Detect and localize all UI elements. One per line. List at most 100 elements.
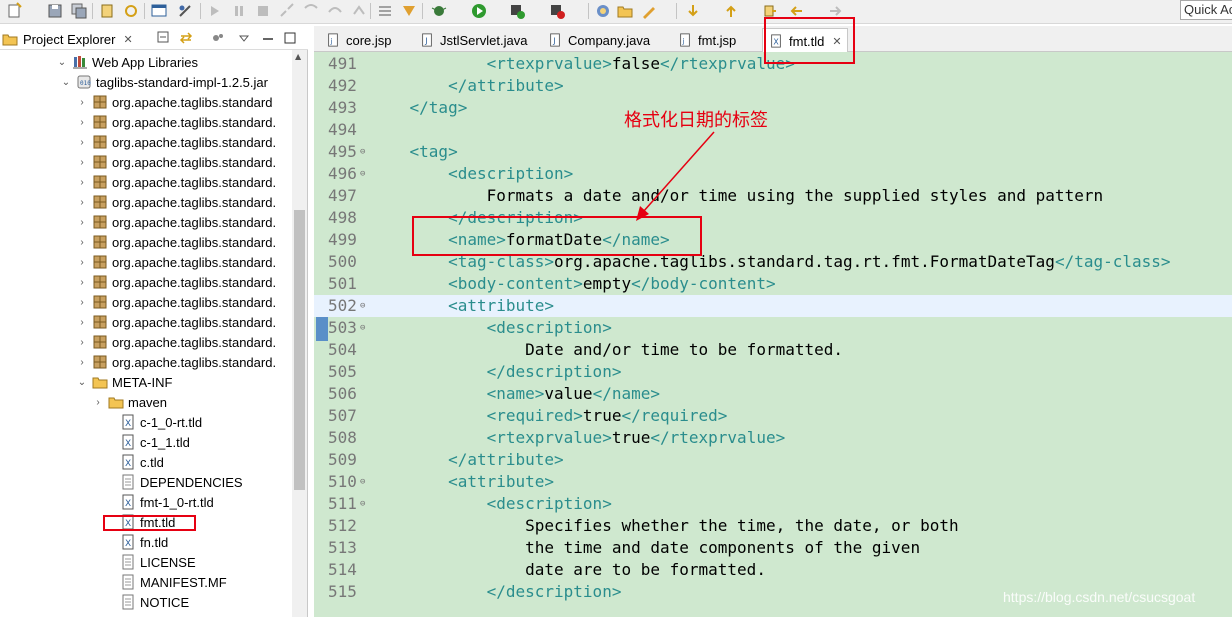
tree-item[interactable]: › org.apache.taglibs.standard. [0,332,292,352]
code-line[interactable]: 503 ⊖ <description> [314,317,1232,339]
code-line[interactable]: 492 </attribute> [314,75,1232,97]
code-line[interactable]: 496 ⊖ <description> [314,163,1232,185]
chevron-right-icon[interactable]: › [76,196,88,208]
tree-item[interactable]: › org.apache.taglibs.standard. [0,132,292,152]
build-icon[interactable] [98,2,116,20]
tree-item[interactable]: ⌄ Web App Libraries [0,52,292,72]
close-icon[interactable]: ✕ [123,33,132,46]
tree-item[interactable]: › org.apache.taglibs.standard. [0,352,292,372]
skip-breakpoints-icon[interactable] [176,2,194,20]
code-line[interactable]: 514 date are to be formatted. [314,559,1232,581]
chevron-right-icon[interactable]: › [76,116,88,128]
tree-item[interactable]: › org.apache.taglibs.standard. [0,172,292,192]
chevron-down-icon[interactable]: ⌄ [56,56,68,68]
tree-item[interactable]: Xc-1_0-rt.tld [0,412,292,432]
tab-jstlservlet-java[interactable]: J JstlServlet.java [414,28,527,52]
fold-icon[interactable]: ⊖ [360,163,365,185]
minimize-icon[interactable] [260,30,276,46]
link-with-editor-icon[interactable] [178,30,194,46]
maximize-icon[interactable] [282,30,298,46]
chevron-right-icon[interactable]: › [76,136,88,148]
chevron-right-icon[interactable]: › [76,156,88,168]
tree-item[interactable]: › org.apache.taglibs.standard. [0,292,292,312]
chevron-right-icon[interactable]: › [76,336,88,348]
tree-item[interactable]: Xfn.tld [0,532,292,552]
tree-item[interactable]: › org.apache.taglibs.standard. [0,312,292,332]
chevron-right-icon[interactable]: › [76,256,88,268]
code-line[interactable]: 505 </description> [314,361,1232,383]
chevron-right-icon[interactable]: › [76,216,88,228]
tree-item[interactable]: NOTICE [0,592,292,612]
explorer-scrollbar[interactable]: ▲ [292,50,307,617]
tab-fmt-jsp[interactable]: j fmt.jsp [672,28,736,52]
code-editor[interactable]: 491 <rtexprvalue>false</rtexprvalue> 492 … [314,52,1232,617]
tree-item[interactable]: ⌄ META-INF [0,372,292,392]
chevron-right-icon[interactable]: › [76,356,88,368]
debug-icon[interactable] [430,2,448,20]
tab-core-jsp[interactable]: j core.jsp [320,28,392,52]
code-line[interactable]: 504 Date and/or time to be formatted. [314,339,1232,361]
fold-icon[interactable]: ⊖ [360,295,365,317]
open-folder-icon[interactable] [616,2,634,20]
collapse-all-icon[interactable] [156,30,172,46]
step-into-icon[interactable] [302,2,320,20]
code-line[interactable]: 509 </attribute> [314,449,1232,471]
fold-icon[interactable]: ⊖ [360,317,365,339]
fold-icon[interactable]: ⊖ [360,141,365,163]
fold-icon[interactable]: ⊖ [360,493,365,515]
run-icon[interactable] [470,2,488,20]
new-icon[interactable] [6,2,24,20]
open-type-icon[interactable] [594,2,612,20]
chevron-right-icon[interactable]: › [76,316,88,328]
save-all-icon[interactable] [70,2,88,20]
tree-item[interactable]: DEPENDENCIES [0,472,292,492]
tree-item[interactable]: › org.apache.taglibs.standard. [0,212,292,232]
disconnect-icon[interactable] [278,2,296,20]
stop-server-icon[interactable] [548,2,566,20]
run-server-icon[interactable] [508,2,526,20]
scroll-up-icon[interactable]: ▲ [295,52,301,61]
tree-item[interactable]: MANIFEST.MF [0,572,292,592]
tree-item[interactable]: › org.apache.taglibs.standard. [0,152,292,172]
tree-item[interactable]: › org.apache.taglibs.standard [0,92,292,112]
pen-icon[interactable] [640,2,658,20]
filter-icon[interactable] [210,30,226,46]
tab-company-java[interactable]: J Company.java [542,28,650,52]
code-line[interactable]: 497 Formats a date and/or time using the… [314,185,1232,207]
fold-icon[interactable]: ⊖ [360,471,365,493]
code-line[interactable]: 493 </tag> [314,97,1232,119]
terminal-icon[interactable] [150,2,168,20]
chevron-right-icon[interactable]: › [92,396,104,408]
suspend-icon[interactable] [230,2,248,20]
save-icon[interactable] [46,2,64,20]
tree-item[interactable]: › org.apache.taglibs.standard. [0,232,292,252]
chevron-down-icon[interactable]: ⌄ [60,76,72,88]
project-explorer-tab[interactable]: Project Explorer ✕ [2,28,133,50]
code-line[interactable]: 511 ⊖ <description> [314,493,1232,515]
tree-item[interactable]: Xfmt-1_0-rt.tld [0,492,292,512]
code-line[interactable]: 495 ⊖ <tag> [314,141,1232,163]
quick-access-field[interactable]: Quick Ac [1180,0,1232,20]
code-line[interactable]: 513 the time and date components of the … [314,537,1232,559]
chevron-down-icon[interactable]: ⌄ [76,376,88,388]
drop-to-frame-icon[interactable] [400,2,418,20]
code-line[interactable]: 508 <rtexprvalue>true</rtexprvalue> [314,427,1232,449]
tree-item[interactable]: › org.apache.taglibs.standard. [0,272,292,292]
code-line[interactable]: 510 ⊖ <attribute> [314,471,1232,493]
tree-item[interactable]: ⌄ 010 taglibs-standard-impl-1.2.5.jar [0,72,292,92]
terminate-icon[interactable] [254,2,272,20]
code-line[interactable]: 507 <required>true</required> [314,405,1232,427]
code-line[interactable]: 501 <body-content>empty</body-content> [314,273,1232,295]
chevron-right-icon[interactable]: › [76,176,88,188]
tree-item[interactable]: Xc-1_1.tld [0,432,292,452]
tree-item[interactable]: › org.apache.taglibs.standard. [0,252,292,272]
tree-item[interactable]: › org.apache.taglibs.standard. [0,192,292,212]
chevron-right-icon[interactable]: › [76,296,88,308]
view-menu-icon[interactable] [236,30,252,46]
next-annotation-icon[interactable] [684,2,702,20]
code-line[interactable]: 512 Specifies whether the time, the date… [314,515,1232,537]
step-return-icon[interactable] [350,2,368,20]
resume-icon[interactable] [206,2,224,20]
code-line[interactable]: 502 ⊖ <attribute> [314,295,1232,317]
step-over-icon[interactable] [326,2,344,20]
